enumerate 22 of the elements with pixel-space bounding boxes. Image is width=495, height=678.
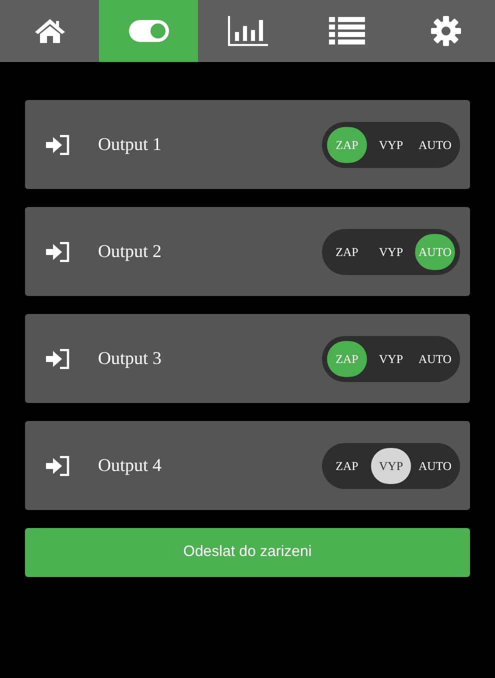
mode-option[interactable]: AUTO: [415, 448, 455, 484]
mode-option[interactable]: ZAP: [327, 448, 367, 484]
toggle-tab[interactable]: [99, 0, 198, 62]
sign-in-icon: [46, 134, 70, 154]
mode-option[interactable]: AUTO: [415, 126, 455, 162]
mode-option[interactable]: ZAP: [327, 234, 367, 270]
mode-option[interactable]: VYP: [371, 126, 411, 162]
output-name: Output 3: [98, 347, 163, 370]
bar-chart-icon: [228, 16, 268, 46]
mode-option[interactable]: VYP: [371, 340, 411, 376]
output-name: Output 4: [98, 454, 163, 477]
output-name: Output 2: [98, 240, 163, 263]
home-icon: [34, 18, 66, 44]
mode-option[interactable]: VYP: [371, 448, 411, 484]
sign-in-icon: [46, 456, 70, 476]
list-icon: [328, 17, 364, 45]
mode-option[interactable]: AUTO: [415, 340, 455, 376]
toggle-icon: [128, 20, 168, 42]
output-name: Output 1: [98, 133, 163, 156]
mode-option[interactable]: VYP: [371, 234, 411, 270]
sign-in-icon: [46, 242, 70, 262]
sign-in-icon: [46, 348, 70, 368]
